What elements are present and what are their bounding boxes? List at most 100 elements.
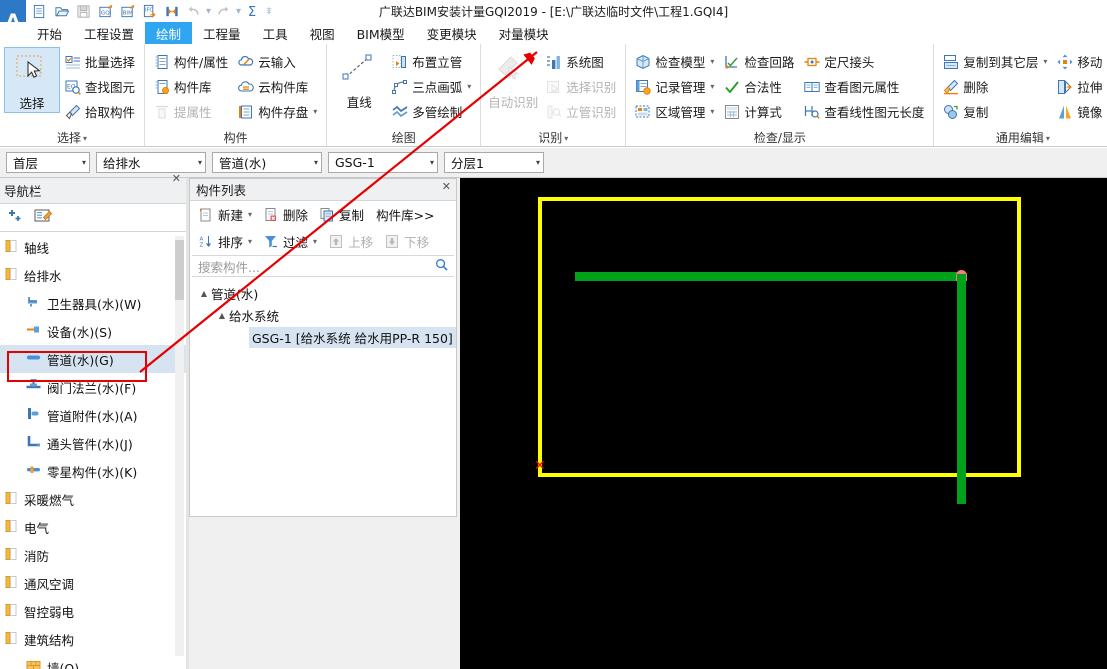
component-property-button[interactable]: 构件/属性 bbox=[149, 49, 233, 74]
filter-button[interactable]: 过滤 ▾ bbox=[259, 230, 322, 253]
move-up-button[interactable]: 上移 bbox=[324, 230, 378, 253]
component-select[interactable]: GSG-1 ▾ bbox=[328, 152, 438, 173]
component-type-select[interactable]: 管道(水) ▾ bbox=[212, 152, 322, 173]
chevron-down-icon[interactable]: ▾ bbox=[1046, 134, 1050, 143]
search-component-input[interactable]: 搜索构件... bbox=[192, 255, 454, 277]
chevron-down-icon[interactable]: ▾ bbox=[248, 210, 252, 219]
tab-bim-model[interactable]: BIM模型 bbox=[346, 22, 416, 44]
auto-recognize-button[interactable]: 自动识别 bbox=[485, 47, 541, 111]
chevron-up-icon[interactable]: ▲ bbox=[215, 311, 229, 320]
redo-dropdown-icon[interactable]: ▾ bbox=[236, 6, 241, 17]
sidebar-item-axis[interactable]: 轴线 bbox=[0, 233, 186, 261]
multi-pipe-draw-button[interactable]: 多管绘制 bbox=[387, 99, 476, 124]
area-manage-button[interactable]: 区域管理 ▾ bbox=[630, 99, 719, 124]
close-icon[interactable]: ✕ bbox=[172, 172, 181, 185]
chevron-down-icon[interactable]: ▾ bbox=[76, 158, 86, 167]
tree-node-pipe[interactable]: ▲ 管道(水) bbox=[191, 282, 455, 304]
move-down-button[interactable]: 下移 bbox=[380, 230, 434, 253]
navigation-scrollbar-thumb[interactable] bbox=[175, 240, 184, 300]
tree-node-gsg-1[interactable]: GSG-1 [给水系统 给水用PP-R 150] bbox=[191, 326, 456, 348]
ribbon-group-recognize-title[interactable]: 识别 ▾ bbox=[485, 130, 621, 146]
formula-button[interactable]: 计算式 bbox=[719, 99, 799, 124]
cloud-input-button[interactable]: 云输入 bbox=[233, 49, 322, 74]
line-draw-button[interactable]: 直线 bbox=[331, 47, 387, 111]
tab-project-settings[interactable]: 工程设置 bbox=[73, 22, 145, 44]
sidebar-item-heating-gas[interactable]: 采暖燃气 bbox=[0, 485, 186, 513]
insert-layer-icon[interactable] bbox=[162, 2, 181, 21]
view-linear-length-button[interactable]: 查看线性图元长度 bbox=[799, 99, 929, 124]
pipe-segment-vertical[interactable] bbox=[957, 274, 966, 504]
sidebar-item-sanitary-fixture[interactable]: 卫生器具(水)(W) bbox=[0, 289, 186, 317]
validity-check-button[interactable]: 合法性 bbox=[719, 74, 799, 99]
mirror-button[interactable]: 镜像 bbox=[1052, 99, 1107, 124]
chevron-down-icon[interactable]: ▾ bbox=[710, 57, 714, 66]
chevron-down-icon[interactable]: ▾ bbox=[710, 82, 714, 91]
sum-icon[interactable]: Σ bbox=[244, 2, 263, 21]
copy-component-button[interactable]: 复制 bbox=[315, 203, 369, 226]
component-library-button[interactable]: 构件库 bbox=[149, 74, 233, 99]
tab-quantity[interactable]: 工程量 bbox=[192, 22, 252, 44]
save-icon[interactable] bbox=[74, 2, 93, 21]
chevron-down-icon[interactable]: ▾ bbox=[308, 158, 318, 167]
chevron-down-icon[interactable]: ▾ bbox=[424, 158, 434, 167]
extract-property-button[interactable]: 提属性 bbox=[149, 99, 233, 124]
floor-select[interactable]: 首层 ▾ bbox=[6, 152, 90, 173]
close-icon[interactable]: ✕ bbox=[442, 180, 451, 193]
chevron-down-icon[interactable]: ▾ bbox=[83, 134, 87, 143]
system-diagram-button[interactable]: 系统图 bbox=[541, 49, 621, 74]
import-ifc-icon[interactable]: IFC bbox=[140, 2, 159, 21]
edit-list-icon[interactable] bbox=[34, 208, 53, 227]
chevron-up-icon[interactable]: ▲ bbox=[197, 289, 211, 298]
chevron-down-icon[interactable]: ▾ bbox=[313, 107, 317, 116]
find-element-button[interactable]: EQ 查找图元 bbox=[60, 74, 140, 99]
sidebar-item-pipe-accessory[interactable]: 管道附件(水)(A) bbox=[0, 401, 186, 429]
chevron-down-icon[interactable]: ▾ bbox=[248, 237, 252, 246]
add-item-icon[interactable] bbox=[8, 208, 24, 227]
new-component-button[interactable]: 新建 ▾ bbox=[194, 203, 257, 226]
component-library-link[interactable]: 构件库>> bbox=[371, 203, 439, 226]
sidebar-item-valve-flange[interactable]: 阀门法兰(水)(F) bbox=[0, 373, 186, 401]
new-file-icon[interactable] bbox=[30, 2, 49, 21]
copy-to-other-floor-button[interactable]: 复制到其它层 ▾ bbox=[938, 49, 1052, 74]
export-gqi-icon[interactable]: GQI bbox=[96, 2, 115, 21]
chevron-down-icon[interactable]: ▾ bbox=[564, 134, 568, 143]
tab-compare-module[interactable]: 对量模块 bbox=[488, 22, 560, 44]
move-button[interactable]: 移动 bbox=[1052, 49, 1107, 74]
sidebar-item-pipe[interactable]: 管道(水)(G) bbox=[0, 345, 186, 373]
sidebar-item-misc-component[interactable]: 零星构件(水)(K) bbox=[0, 457, 186, 485]
ribbon-group-general-edit-title[interactable]: 通用编辑 ▾ bbox=[938, 130, 1107, 146]
view-element-property-button[interactable]: 查看图元属性 bbox=[799, 74, 929, 99]
tab-change-module[interactable]: 变更模块 bbox=[416, 22, 488, 44]
delete-button[interactable]: 删除 bbox=[938, 74, 1052, 99]
sort-button[interactable]: AZ 排序 ▾ bbox=[194, 230, 257, 253]
open-folder-icon[interactable] bbox=[52, 2, 71, 21]
discipline-select[interactable]: 给排水 ▾ bbox=[96, 152, 206, 173]
batch-select-button[interactable]: 批量选择 bbox=[60, 49, 140, 74]
tab-start[interactable]: 开始 bbox=[26, 22, 73, 44]
check-circuit-button[interactable]: 检查回路 bbox=[719, 49, 799, 74]
sidebar-item-pipe-fitting[interactable]: 通头管件(水)(J) bbox=[0, 429, 186, 457]
tab-tools[interactable]: 工具 bbox=[252, 22, 299, 44]
sidebar-item-fire-protection[interactable]: 消防 bbox=[0, 541, 186, 569]
stretch-button[interactable]: 拉伸 bbox=[1052, 74, 1107, 99]
cloud-library-button[interactable]: 云构件库 bbox=[233, 74, 322, 99]
sidebar-item-equipment[interactable]: 设备(水)(S) bbox=[0, 317, 186, 345]
chevron-down-icon[interactable]: ▾ bbox=[530, 158, 540, 167]
riser-recognize-button[interactable]: 立管识别 bbox=[541, 99, 621, 124]
chevron-down-icon[interactable]: ▾ bbox=[192, 158, 202, 167]
fixed-length-joint-button[interactable]: 定尺接头 bbox=[799, 49, 929, 74]
pick-component-button[interactable]: 拾取构件 bbox=[60, 99, 140, 124]
sidebar-item-plumbing[interactable]: 给排水 bbox=[0, 261, 186, 289]
place-riser-button[interactable]: 布置立管 bbox=[387, 49, 476, 74]
customize-qat-icon[interactable]: ⩨ bbox=[266, 6, 272, 17]
tab-view[interactable]: 视图 bbox=[299, 22, 346, 44]
undo-dropdown-icon[interactable]: ▾ bbox=[206, 6, 211, 17]
ribbon-group-select-title[interactable]: 选择 ▾ bbox=[4, 130, 140, 146]
sidebar-item-hvac[interactable]: 通风空调 bbox=[0, 569, 186, 597]
sidebar-item-architecture-structure[interactable]: 建筑结构 bbox=[0, 625, 186, 653]
chevron-down-icon[interactable]: ▾ bbox=[313, 237, 317, 246]
search-icon[interactable] bbox=[435, 258, 448, 274]
sidebar-item-smart-weak-current[interactable]: 智控弱电 bbox=[0, 597, 186, 625]
undo-icon[interactable] bbox=[184, 2, 203, 21]
sublayer-select[interactable]: 分层1 ▾ bbox=[444, 152, 544, 173]
